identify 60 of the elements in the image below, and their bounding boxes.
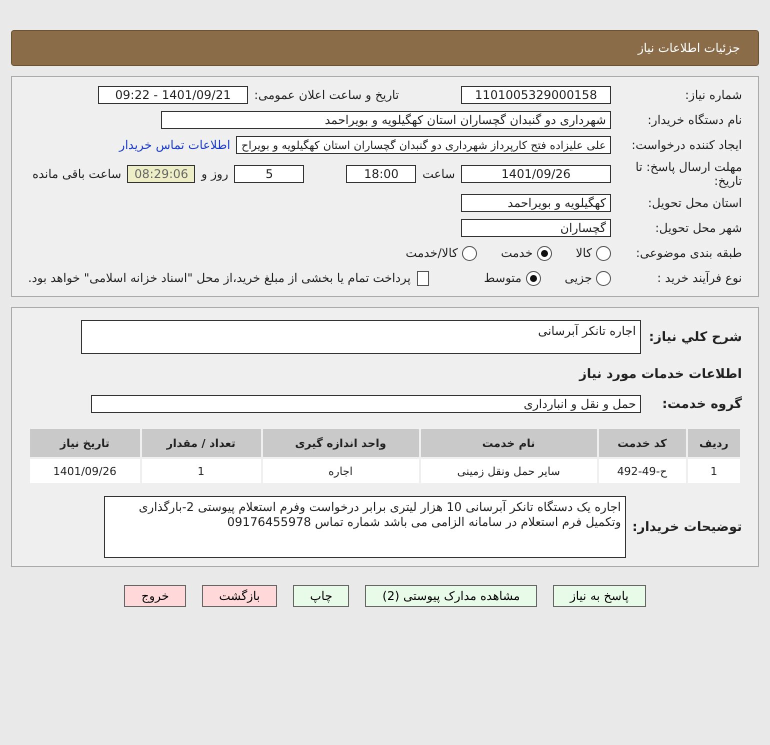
announce-date-field: 1401/09/21 - 09:22 bbox=[98, 86, 248, 104]
action-button[interactable]: خروج bbox=[124, 585, 186, 607]
option-label: متوسط bbox=[484, 271, 522, 285]
radio-button[interactable] bbox=[526, 270, 541, 286]
action-button[interactable]: مشاهده مدارک پیوستی (2) bbox=[365, 585, 537, 607]
section-heading: اطلاعات خدمات مورد نیاز bbox=[579, 366, 742, 382]
action-button[interactable]: پاسخ به نیاز bbox=[552, 585, 646, 607]
field-label: تاریخ و ساعت اعلان عمومی: bbox=[254, 88, 399, 102]
column-header: نام خدمت bbox=[420, 429, 596, 457]
table-cell: سایر حمل ونقل زمینی bbox=[420, 459, 596, 483]
column-header: ردیف bbox=[688, 429, 740, 457]
radio-button[interactable] bbox=[596, 270, 611, 286]
city-field: گچساران bbox=[461, 219, 611, 237]
option-label: کالا bbox=[576, 246, 592, 260]
field-label: ایجاد کننده درخواست: bbox=[630, 138, 742, 152]
action-button[interactable]: چاپ bbox=[293, 585, 350, 607]
field-label: استان محل تحویل: bbox=[646, 196, 742, 210]
table-cell: 1 bbox=[688, 459, 740, 483]
remaining-time-field: 08:29:06 bbox=[127, 165, 196, 183]
table-cell: 1 bbox=[142, 459, 260, 483]
province-field: کهگیلویه و بویراحمد bbox=[461, 194, 611, 212]
option-label: جزیی bbox=[564, 271, 592, 285]
field-label: شهر محل تحویل: bbox=[654, 221, 742, 235]
table-cell: اجاره bbox=[262, 459, 419, 483]
days-label: روز و bbox=[201, 167, 228, 181]
field-label: شماره نیاز: bbox=[684, 88, 742, 102]
radio-button[interactable] bbox=[596, 246, 611, 260]
radio-button[interactable] bbox=[536, 246, 552, 260]
field-label: نوع فرآیند خرید : bbox=[656, 271, 742, 285]
option-label: خدمت bbox=[500, 246, 533, 260]
field-label: نام دستگاه خریدار: bbox=[646, 113, 742, 127]
remaining-label: ساعت باقی مانده bbox=[32, 167, 122, 181]
deadline-date-field: 1401/09/26 bbox=[461, 165, 611, 183]
page-title: جزئیات اطلاعات نیاز bbox=[11, 30, 759, 66]
field-label: طبقه بندی موضوعی: bbox=[634, 246, 742, 260]
summary-field: اجاره تانکر آبرسانی bbox=[81, 320, 641, 354]
treasury-note: پرداخت تمام یا بخشی از مبلغ خرید،از محل "اسناد خزانه اسلامی" خواهد بود. bbox=[28, 271, 411, 285]
action-button[interactable]: بازگشت bbox=[202, 585, 277, 607]
buyer-notes-field: اجاره یک دستگاه تانکر آبرسانی 10 هزار لیتری برابر درخواست وفرم استعلام پیوستی 2-بارگذاری وتکمیل فرم استعلام در سامانه الزامی می باشد شماره تماس 09176455978 bbox=[104, 496, 626, 558]
contact-link[interactable]: اطلاعات تماس خریدار bbox=[119, 138, 230, 152]
column-header: کد خدمت bbox=[598, 429, 686, 457]
deadline-time-field: 18:00 bbox=[346, 165, 416, 183]
time-label: ساعت bbox=[422, 167, 455, 181]
field-label: مهلت ارسال پاسخ: تا تاریخ: bbox=[634, 160, 742, 188]
radio-button[interactable] bbox=[462, 246, 477, 260]
field-label: توضیحات خریدار: bbox=[632, 520, 742, 534]
column-header: تعداد / مقدار bbox=[142, 429, 260, 457]
column-header: تاریخ نیاز bbox=[30, 429, 140, 457]
need-number-field: 1101005329000158 bbox=[461, 86, 611, 104]
table-cell: ح-49-492 bbox=[598, 459, 686, 483]
field-label: گروه خدمت: bbox=[661, 396, 742, 412]
days-field: 5 bbox=[234, 165, 304, 183]
creator-field: علی علیزاده فتح کارپرداز شهرداری دو گنبدان گچساران استان کهگیلویه و بویراح bbox=[236, 136, 611, 154]
table-cell: 1401/09/26 bbox=[30, 459, 140, 483]
service-group-field: حمل و نقل و انبارداری bbox=[91, 395, 641, 413]
field-label: شرح کلي نياز: bbox=[648, 330, 742, 344]
column-header: واحد اندازه گیری bbox=[262, 429, 419, 457]
option-label: کالا/خدمت bbox=[406, 246, 458, 260]
buyer-field: شهرداری دو گنبدان گچساران استان کهگیلویه و بویراحمد bbox=[161, 111, 611, 129]
checkbox[interactable] bbox=[416, 270, 430, 286]
